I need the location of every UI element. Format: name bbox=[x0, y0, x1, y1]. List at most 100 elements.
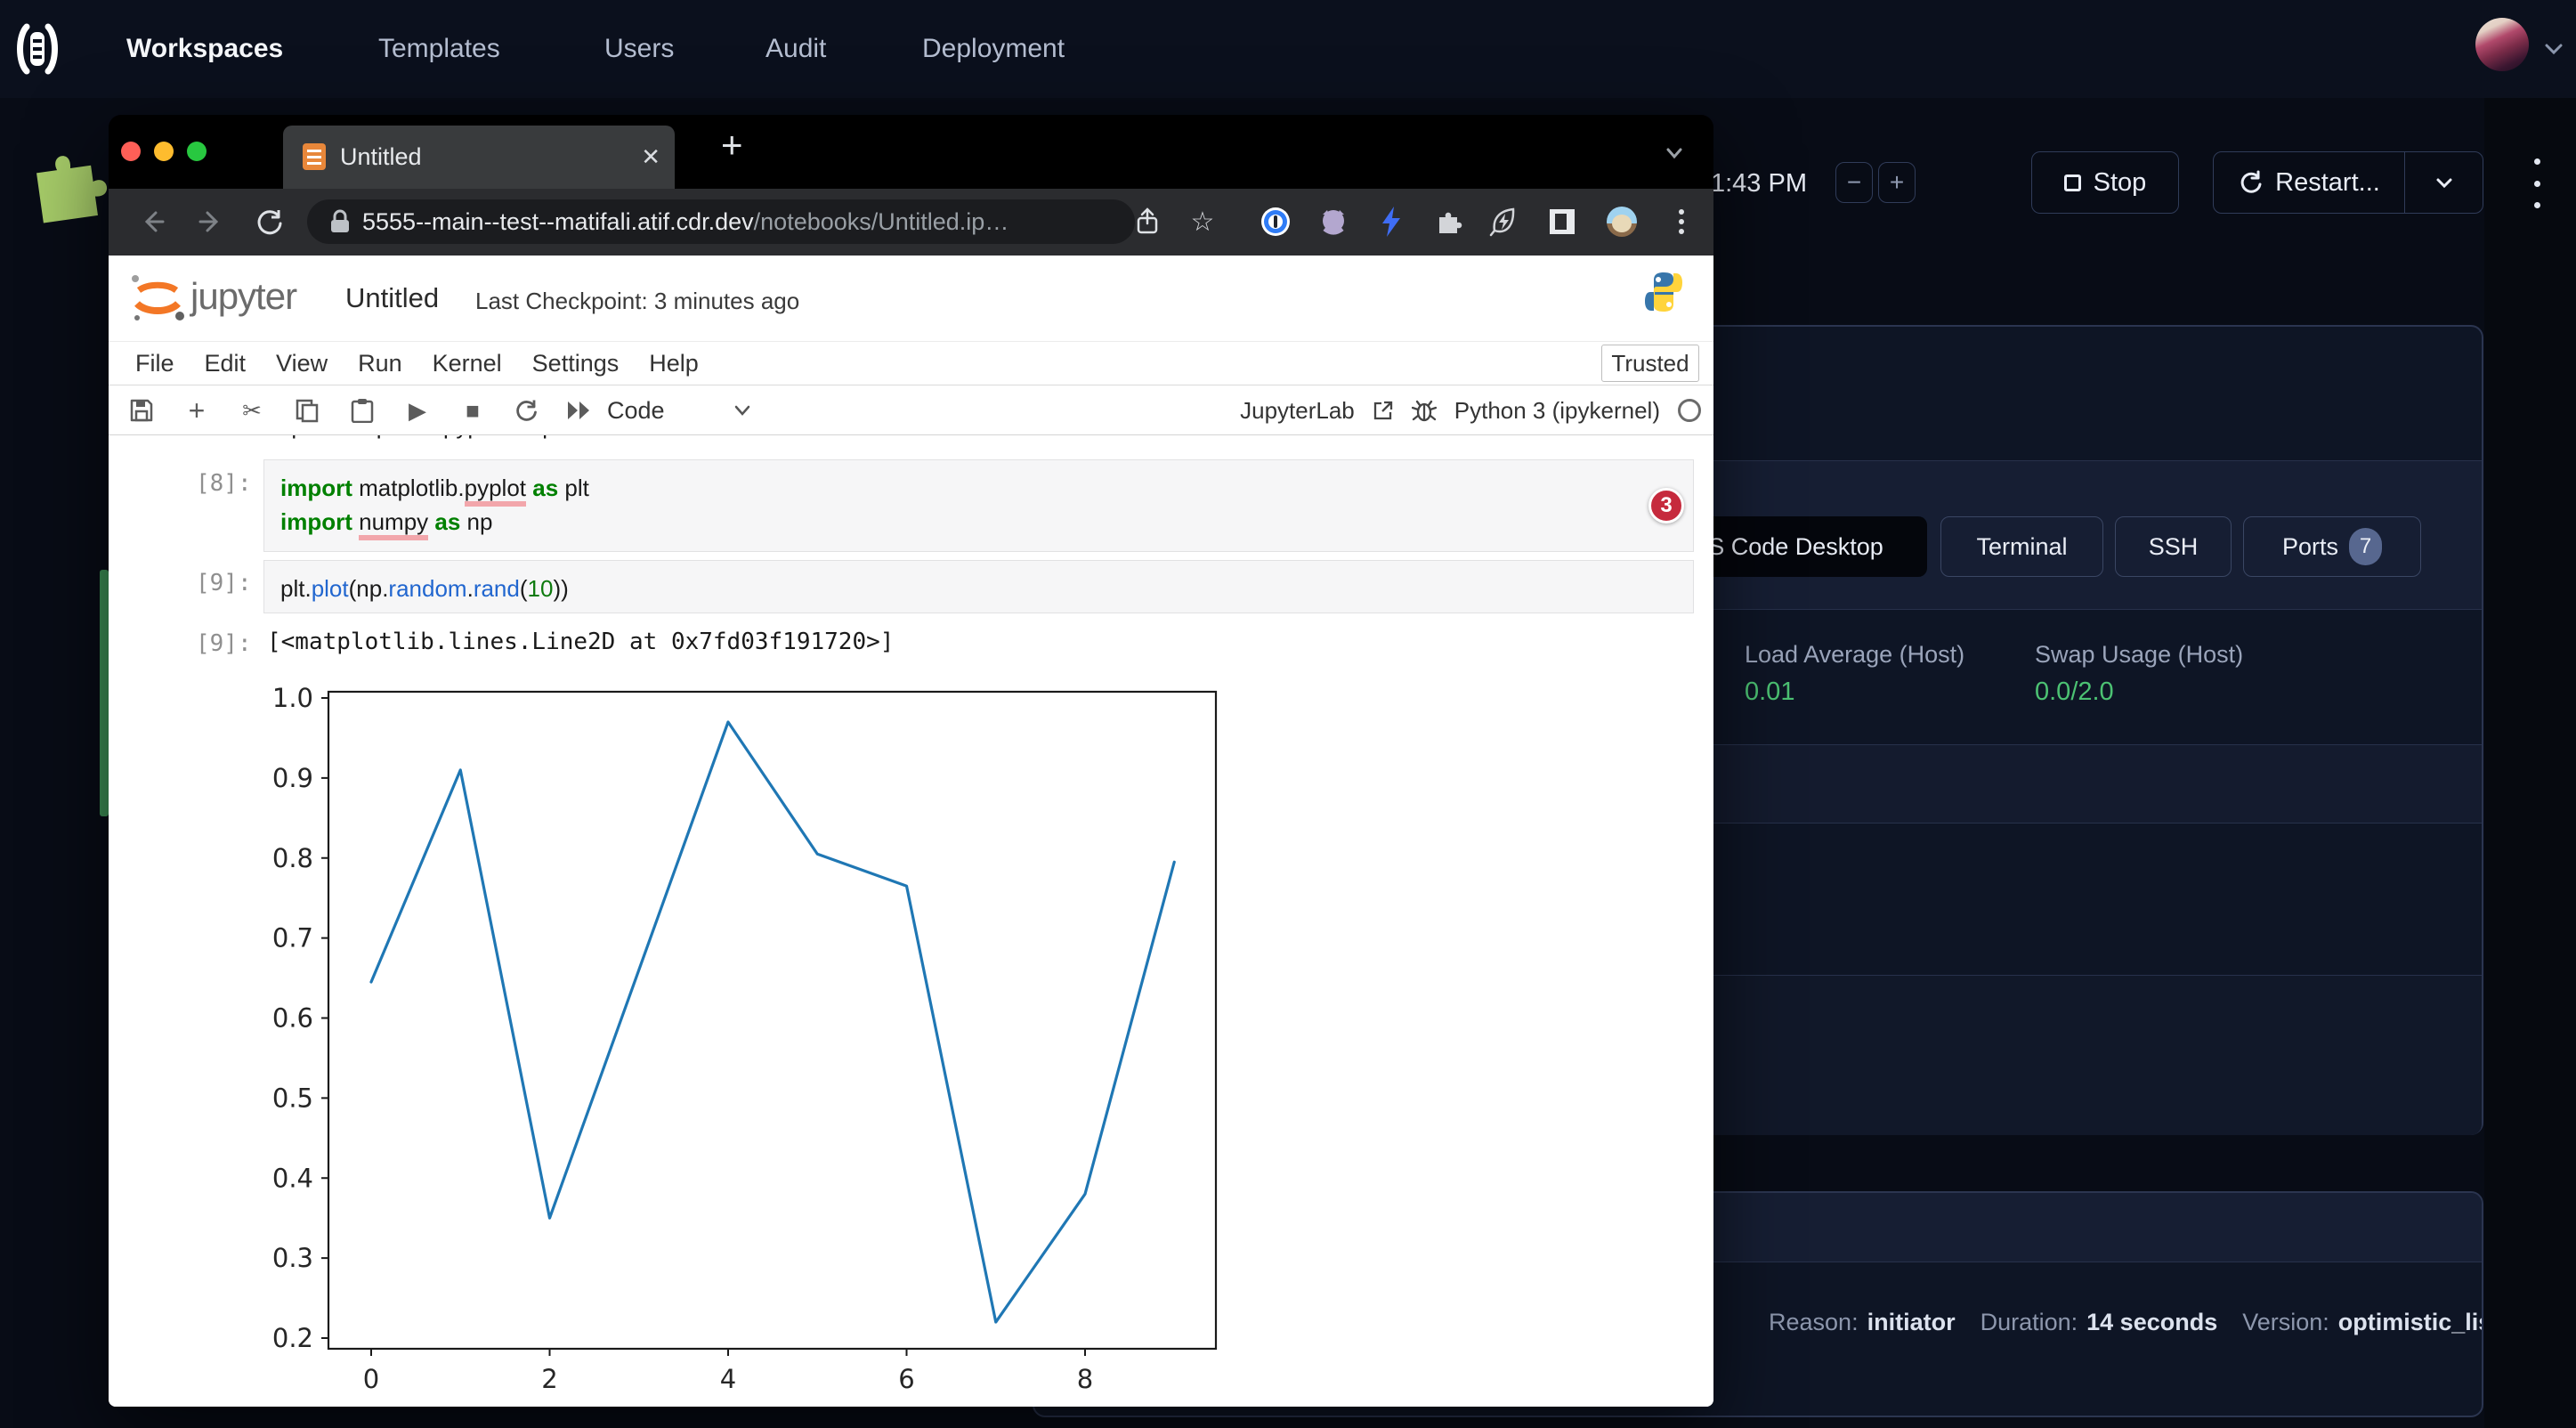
stat-value: 0.0/2.0 bbox=[2035, 677, 2243, 707]
code-line: import numpy as np bbox=[280, 505, 1677, 539]
jupyterlab-link[interactable]: JupyterLab bbox=[1240, 397, 1355, 425]
workspace-menu-button[interactable] bbox=[2528, 158, 2546, 208]
svg-text:0.2: 0.2 bbox=[272, 1323, 313, 1353]
github-extension-icon[interactable] bbox=[1316, 205, 1350, 239]
onepassword-extension-icon[interactable] bbox=[1259, 205, 1292, 239]
side-panel-icon[interactable] bbox=[1545, 205, 1579, 239]
cell-type-select[interactable]: Code bbox=[607, 385, 665, 435]
jupyter-toolbar: + ✂ ▶ ■ Code JupyterLab bbox=[109, 385, 1713, 435]
meta-label: Duration: bbox=[1981, 1309, 2078, 1336]
screen: WorkspacesTemplatesUsersAuditDeployment … bbox=[0, 0, 2576, 1428]
window-minimize-button[interactable] bbox=[154, 142, 174, 161]
code-cell-9[interactable]: plt.plot(np.random.rand(10)) bbox=[263, 560, 1694, 613]
lock-icon bbox=[328, 208, 352, 235]
nav-item-workspaces[interactable]: Workspaces bbox=[126, 0, 283, 98]
forward-button[interactable] bbox=[194, 205, 228, 239]
nav-item-audit[interactable]: Audit bbox=[766, 0, 826, 98]
notebook-title[interactable]: Untitled bbox=[345, 282, 439, 314]
window-zoom-button[interactable] bbox=[187, 142, 207, 161]
restart-kernel-icon[interactable] bbox=[509, 394, 543, 427]
paste-cell-icon[interactable] bbox=[345, 394, 379, 427]
browser-profile-avatar[interactable] bbox=[1605, 205, 1639, 239]
stop-label: Stop bbox=[2094, 168, 2147, 198]
url-path: /notebooks/Untitled.ip… bbox=[754, 208, 1009, 236]
debugger-bug-icon[interactable] bbox=[1412, 398, 1437, 423]
schedule-increase-button[interactable]: + bbox=[1878, 162, 1916, 203]
share-icon[interactable] bbox=[1130, 205, 1164, 239]
insert-cell-icon[interactable]: + bbox=[180, 394, 214, 427]
kernel-status-icon bbox=[1678, 399, 1701, 422]
restart-label: Restart... bbox=[2275, 168, 2380, 198]
external-link-icon[interactable] bbox=[1373, 400, 1394, 421]
svg-text:4: 4 bbox=[720, 1364, 736, 1394]
extensions-puzzle-icon[interactable] bbox=[1432, 205, 1466, 239]
page-background-strip bbox=[2484, 98, 2576, 1428]
jupyter-page: jupyter Untitled Last Checkpoint: 3 minu… bbox=[109, 256, 1713, 1407]
restart-split-button[interactable]: Restart... bbox=[2213, 151, 2483, 214]
app-tab-ssh[interactable]: SSH bbox=[2115, 516, 2232, 577]
save-icon[interactable] bbox=[125, 394, 158, 427]
jupyter-menubar: File Edit View Run Kernel Settings Help Truste… bbox=[109, 341, 1713, 385]
user-avatar[interactable] bbox=[2475, 18, 2529, 71]
nav-item-users[interactable]: Users bbox=[604, 0, 674, 98]
menu-kernel[interactable]: Kernel bbox=[433, 342, 502, 385]
menu-edit[interactable]: Edit bbox=[205, 342, 247, 385]
menu-file[interactable]: File bbox=[135, 342, 174, 385]
leaf-extension-icon[interactable] bbox=[1487, 205, 1521, 239]
jupyter-favicon bbox=[303, 143, 326, 170]
app-tab-terminal[interactable]: Terminal bbox=[1940, 516, 2103, 577]
jupyter-header: jupyter Untitled Last Checkpoint: 3 minu… bbox=[109, 256, 1713, 341]
run-all-icon[interactable] bbox=[563, 394, 596, 427]
new-tab-button[interactable]: + bbox=[721, 124, 743, 166]
restart-options-button[interactable] bbox=[2404, 152, 2483, 213]
stat-value: 0.01 bbox=[1745, 677, 1964, 707]
bookmark-star-icon[interactable]: ☆ bbox=[1186, 205, 1219, 239]
svg-text:0.3: 0.3 bbox=[272, 1243, 313, 1273]
stat-load-average: Load Average (Host) 0.01 bbox=[1745, 641, 1964, 707]
tab-close-icon[interactable]: ✕ bbox=[641, 126, 660, 189]
menu-help[interactable]: Help bbox=[649, 342, 699, 385]
menu-view[interactable]: View bbox=[276, 342, 328, 385]
stat-label: Load Average (Host) bbox=[1745, 641, 1964, 669]
lightning-extension-icon[interactable] bbox=[1374, 205, 1408, 239]
tab-search-chevron-icon[interactable] bbox=[1661, 140, 1688, 166]
address-bar[interactable]: 5555--main--test--matifali.atif.cdr.dev/… bbox=[307, 199, 1135, 244]
chevron-down-icon[interactable] bbox=[2542, 37, 2565, 61]
nav-item-templates[interactable]: Templates bbox=[378, 0, 500, 98]
trusted-button[interactable]: Trusted bbox=[1601, 345, 1699, 382]
menu-settings[interactable]: Settings bbox=[532, 342, 620, 385]
copy-cell-icon[interactable] bbox=[290, 394, 324, 427]
code-cell-8[interactable]: import matplotlib.pyplot as pltimport nu… bbox=[263, 459, 1694, 552]
cell9-prompt: [9]: bbox=[196, 570, 252, 596]
menu-run[interactable]: Run bbox=[358, 342, 402, 385]
kernel-name[interactable]: Python 3 (ipykernel) bbox=[1454, 397, 1660, 425]
notebook-content: import matplotlib.pyplot as plt [8]: imp… bbox=[109, 435, 1713, 1407]
cut-cell-icon[interactable]: ✂ bbox=[235, 394, 269, 427]
coder-logo-icon[interactable] bbox=[12, 20, 62, 78]
browser-menu-icon[interactable] bbox=[1665, 205, 1698, 239]
svg-text:8: 8 bbox=[1077, 1364, 1093, 1394]
run-cell-icon[interactable]: ▶ bbox=[401, 394, 434, 427]
restart-button[interactable]: Restart... bbox=[2214, 152, 2404, 213]
chevron-down-icon bbox=[2433, 171, 2456, 194]
schedule-decrease-button[interactable]: − bbox=[1835, 162, 1873, 203]
collaborator-badge: 3 bbox=[1648, 488, 1684, 523]
stop-button[interactable]: Stop bbox=[2031, 151, 2179, 214]
meta-value: optimistic_liskov9 bbox=[2338, 1309, 2483, 1336]
interrupt-kernel-icon[interactable]: ■ bbox=[456, 394, 490, 427]
back-button[interactable] bbox=[135, 205, 169, 239]
svg-text:0.8: 0.8 bbox=[272, 843, 313, 873]
app-tab-ports[interactable]: Ports7 bbox=[2243, 516, 2421, 577]
app-tab-label: Ports bbox=[2282, 533, 2338, 561]
app-tab-label: SSH bbox=[2149, 533, 2199, 561]
code-line: import matplotlib.pyplot as plt bbox=[280, 471, 1677, 505]
window-close-button[interactable] bbox=[121, 142, 141, 161]
meta-reason: Reason:initiator bbox=[1769, 1309, 1956, 1336]
cell-type-chevron-icon[interactable] bbox=[732, 403, 753, 419]
code-line: plt.plot(np.random.rand(10)) bbox=[280, 572, 1677, 605]
reload-button[interactable] bbox=[253, 205, 287, 239]
output9-prompt: [9]: bbox=[196, 630, 252, 657]
nav-item-deployment[interactable]: Deployment bbox=[922, 0, 1065, 98]
browser-tab[interactable]: Untitled ✕ bbox=[283, 126, 675, 189]
meta-value: 14 seconds bbox=[2086, 1309, 2217, 1336]
